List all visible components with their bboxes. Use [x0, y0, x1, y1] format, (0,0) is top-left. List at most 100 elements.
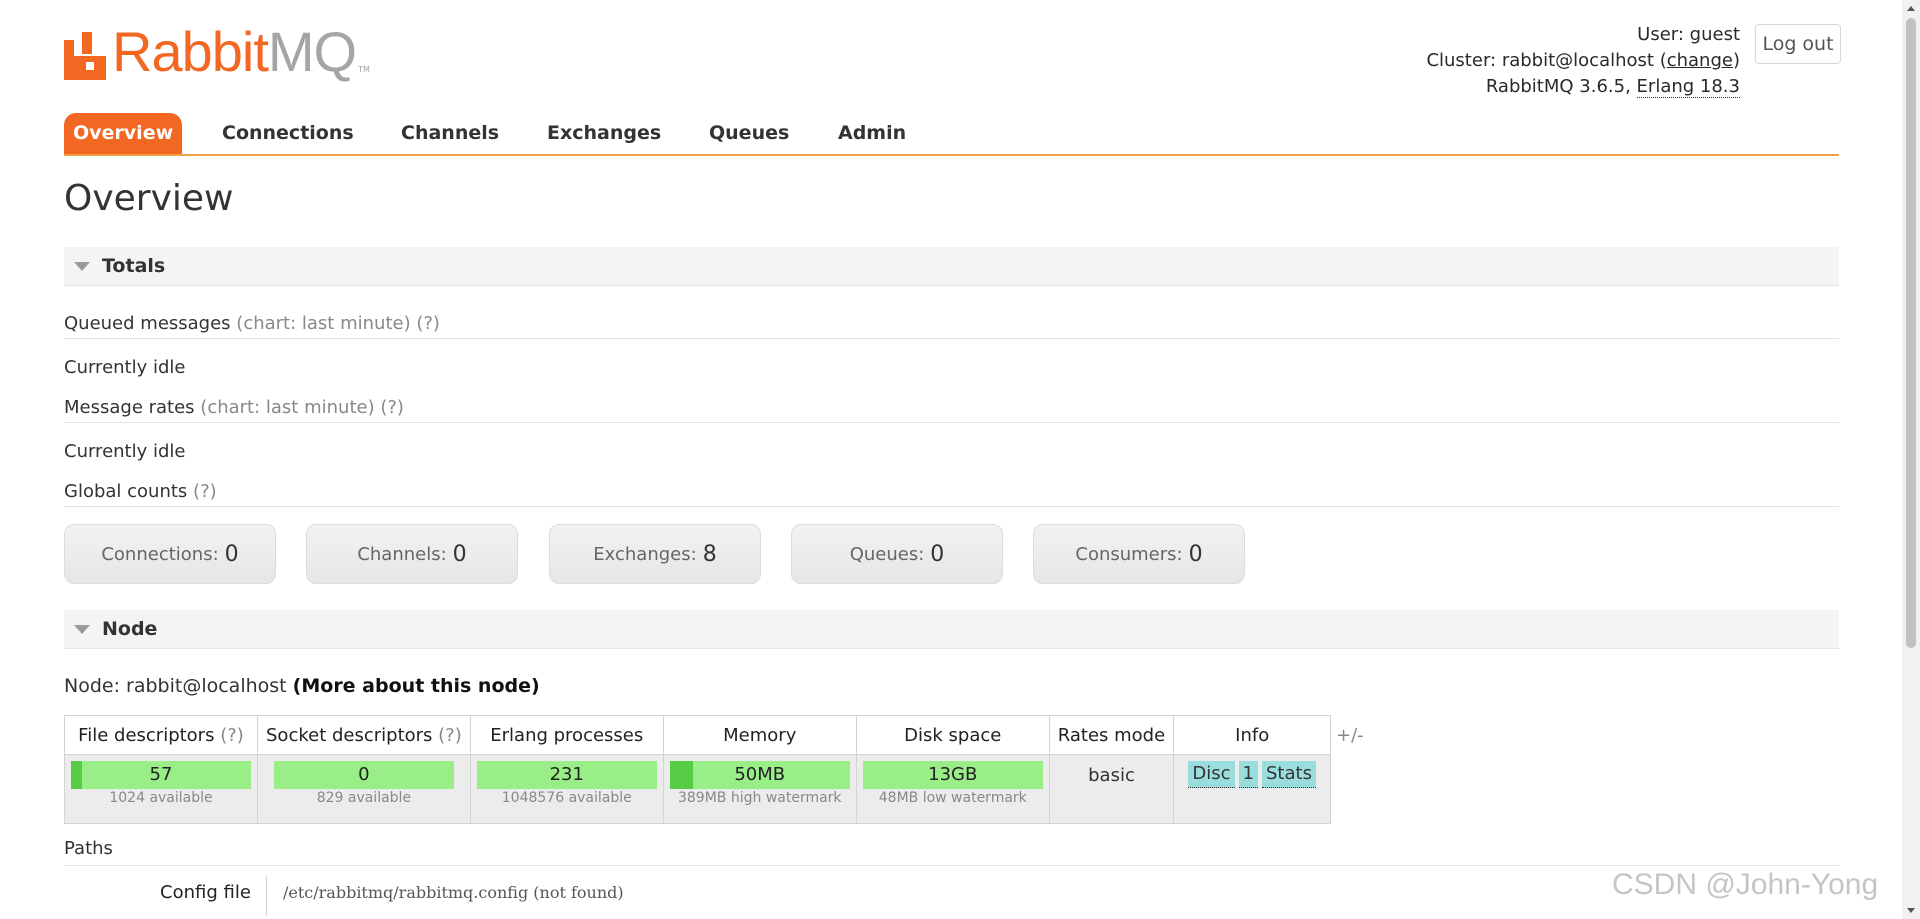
message-rates-label: Message rates	[64, 397, 195, 418]
count-badge[interactable]: 1	[1238, 761, 1258, 788]
socket-descriptors-bar: 0	[273, 761, 454, 789]
info-cell: Disc 1 Stats	[1173, 754, 1332, 824]
user-name: guest	[1689, 24, 1740, 45]
tab-admin[interactable]: Admin	[838, 113, 906, 154]
page-scrollbar[interactable]	[1902, 0, 1920, 919]
tab-connections[interactable]: Connections	[222, 113, 354, 154]
queued-status: Currently idle	[64, 357, 186, 378]
file-descriptors-cell: 57 1024 available	[64, 754, 258, 824]
user-info: User: guest Cluster: rabbit@localhost (c…	[1426, 22, 1740, 100]
rates-mode-cell: basic	[1048, 754, 1175, 824]
rabbitmq-logo[interactable]: RabbitMQ TM	[64, 24, 370, 80]
socket-descriptors-cell: 0 829 available	[257, 754, 471, 824]
count-label: Consumers:	[1075, 543, 1183, 565]
connections-count-box[interactable]: Connections: 0	[64, 524, 276, 584]
watermark-text: CSDN @John-Yong	[1612, 868, 1879, 901]
count-label: Exchanges:	[593, 543, 697, 565]
file-descriptors-available: 1024 available	[109, 790, 213, 806]
scrollbar-thumb[interactable]	[1906, 18, 1916, 648]
count-label: Connections:	[101, 543, 219, 565]
count-label: Channels:	[357, 543, 447, 565]
user-label: User:	[1637, 24, 1684, 45]
rates-chart-range-link[interactable]: (chart: last minute)	[200, 397, 374, 418]
erlang-version[interactable]: Erlang 18.3	[1636, 76, 1740, 98]
node-heading: Node	[102, 618, 158, 640]
queued-chart-range-link[interactable]: (chart: last minute)	[236, 313, 410, 334]
collapse-triangle-icon	[74, 625, 90, 634]
rates-mode-value: basic	[1088, 765, 1135, 786]
count-value: 0	[1188, 541, 1203, 567]
queued-messages-label: Queued messages	[64, 313, 231, 334]
rates-help-link[interactable]: (?)	[380, 397, 404, 418]
cluster-label: Cluster:	[1426, 50, 1497, 71]
user-line: User: guest	[1426, 22, 1740, 48]
paths-label: Paths	[64, 838, 1839, 866]
rabbit-logo-icon	[64, 32, 110, 80]
disk-space-cell: 13GB 48MB low watermark	[855, 754, 1050, 824]
change-cluster-link[interactable]: change	[1667, 50, 1733, 71]
logo-trademark: TM	[358, 65, 370, 74]
memory-bar: 50MB	[669, 761, 850, 789]
disk-watermark: 48MB low watermark	[878, 790, 1027, 806]
col-info: Info	[1173, 715, 1332, 755]
tab-queues[interactable]: Queues	[709, 113, 789, 154]
global-counts-label: Global counts	[64, 481, 188, 502]
totals-heading: Totals	[102, 255, 166, 277]
main-nav-tabs: Overview Connections Channels Exchanges …	[64, 113, 1839, 156]
cluster-line: Cluster: rabbit@localhost (change)	[1426, 50, 1740, 71]
node-name-line: Node: rabbit@localhost (More about this …	[64, 675, 540, 697]
disc-badge[interactable]: Disc	[1188, 761, 1235, 788]
config-file-path: /etc/rabbitmq/rabbitmq.config (not found…	[266, 876, 624, 916]
queued-help-link[interactable]: (?)	[416, 313, 440, 334]
file-descriptors-bar: 57	[71, 761, 251, 789]
count-value: 0	[930, 541, 945, 567]
logout-button[interactable]: Log out	[1755, 24, 1841, 64]
erlang-processes-cell: 231 1048576 available	[469, 754, 664, 824]
socket-descriptors-available: 829 available	[316, 790, 412, 806]
col-erlang-processes: Erlang processes	[469, 715, 664, 755]
page-title: Overview	[64, 178, 234, 219]
totals-section-toggle[interactable]: Totals	[64, 247, 1839, 286]
cluster-name: rabbit@localhost	[1501, 50, 1654, 71]
config-file-label: Config file	[160, 882, 251, 903]
node-stats-table: File descriptors (?) Socket descriptors …	[64, 715, 1332, 824]
scroll-up-icon[interactable]	[1907, 6, 1915, 11]
global-counts-row: Global counts (?)	[64, 481, 1839, 507]
memory-cell: 50MB 389MB high watermark	[662, 754, 857, 824]
message-rates-row: Message rates (chart: last minute) (?)	[64, 397, 1839, 423]
erlang-processes-available: 1048576 available	[501, 790, 632, 806]
consumers-count-box[interactable]: Consumers: 0	[1033, 524, 1245, 584]
node-section-toggle[interactable]: Node	[64, 610, 1839, 649]
erlang-processes-bar: 231	[476, 761, 657, 789]
col-memory: Memory	[662, 715, 857, 755]
version-line: RabbitMQ 3.6.5, Erlang 18.3	[1426, 74, 1740, 100]
col-socket-descriptors: Socket descriptors (?)	[257, 715, 471, 755]
stats-badge[interactable]: Stats	[1262, 761, 1316, 788]
logo-wordmark: RabbitMQ	[112, 20, 357, 83]
queues-count-box[interactable]: Queues: 0	[791, 524, 1003, 584]
help-link[interactable]: (?)	[438, 725, 462, 746]
rates-status: Currently idle	[64, 441, 186, 462]
help-link[interactable]: (?)	[220, 725, 244, 746]
count-value: 8	[702, 541, 717, 567]
table-row: 57 1024 available 0 829 available 231 10…	[64, 754, 1332, 824]
count-label: Queues:	[849, 543, 925, 565]
col-rates-mode: Rates mode	[1048, 715, 1175, 755]
col-file-descriptors: File descriptors (?)	[64, 715, 258, 755]
count-value: 0	[224, 541, 239, 567]
count-value: 0	[452, 541, 467, 567]
col-disk-space: Disk space	[855, 715, 1050, 755]
memory-watermark: 389MB high watermark	[677, 790, 842, 806]
exchanges-count-box[interactable]: Exchanges: 8	[549, 524, 761, 584]
tab-exchanges[interactable]: Exchanges	[547, 113, 661, 154]
scroll-down-icon[interactable]	[1907, 908, 1915, 913]
tab-overview[interactable]: Overview	[64, 113, 183, 154]
column-toggle-link[interactable]: +/-	[1336, 725, 1364, 746]
tab-channels[interactable]: Channels	[401, 113, 499, 154]
channels-count-box[interactable]: Channels: 0	[306, 524, 518, 584]
more-about-node-link[interactable]: (More about this node)	[293, 675, 540, 697]
rabbitmq-overview-page: RabbitMQ TM User: guest Cluster: rabbit@…	[0, 0, 1920, 919]
queued-messages-row: Queued messages (chart: last minute) (?)	[64, 313, 1839, 339]
global-help-link[interactable]: (?)	[193, 481, 217, 502]
collapse-triangle-icon	[74, 262, 90, 271]
